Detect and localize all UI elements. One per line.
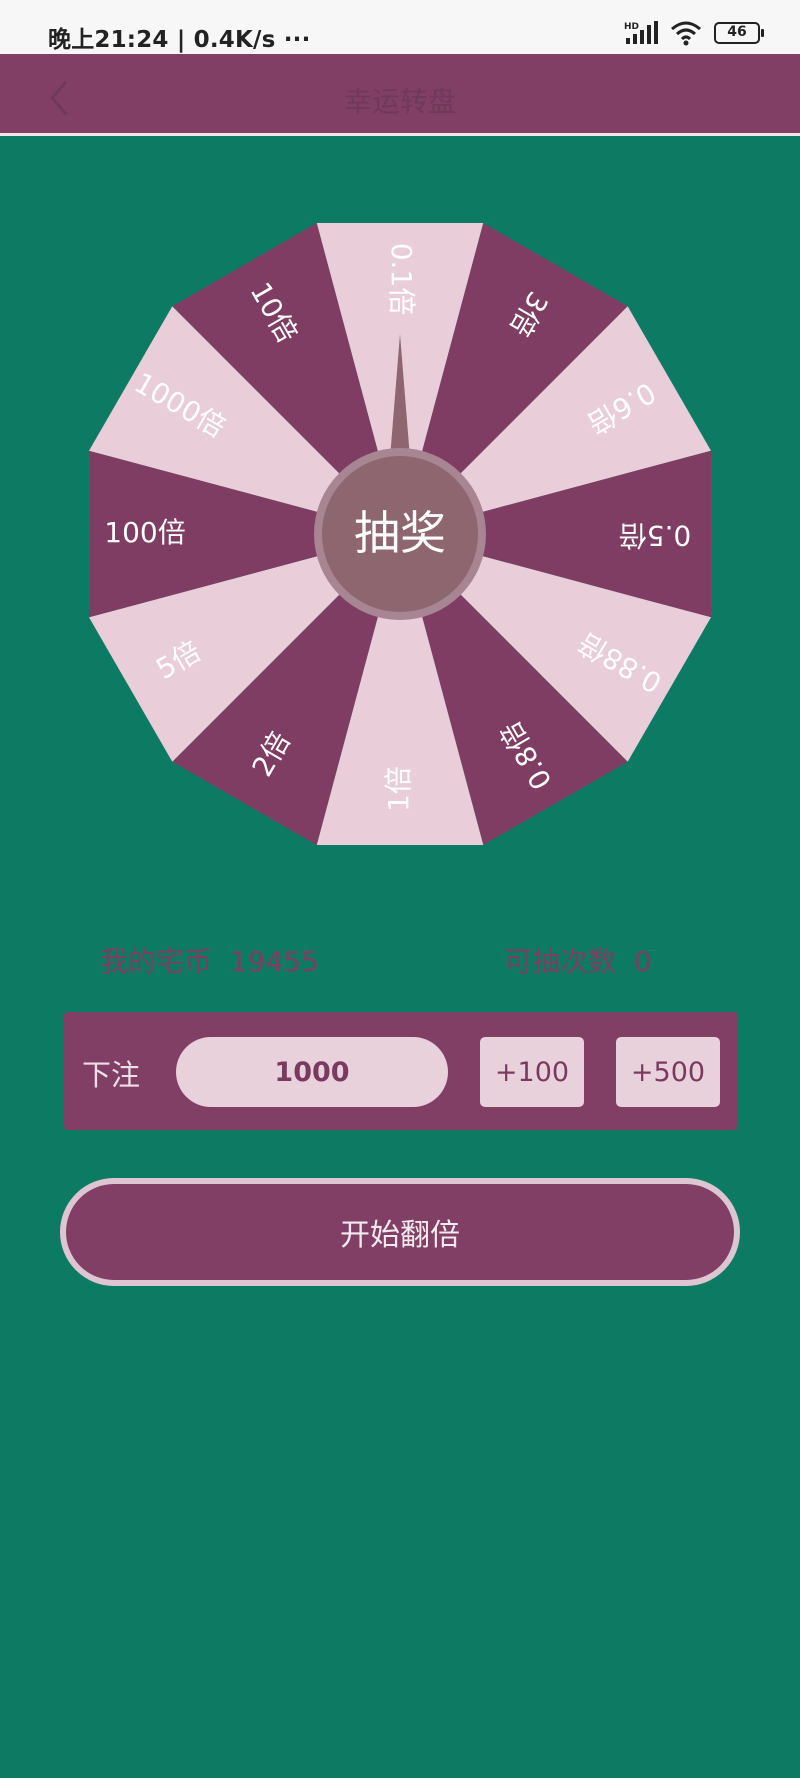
- wheel-segment-label: 100倍: [104, 516, 185, 549]
- status-time-speed: 晚上21:24 | 0.4K/s ···: [48, 27, 311, 53]
- bet-label: 下注: [82, 1058, 141, 1092]
- wheel-segment-label: 0.1倍: [385, 243, 418, 316]
- draws-value: 0: [633, 945, 652, 978]
- add-100-button[interactable]: +100: [480, 1037, 584, 1107]
- draws-label: 可抽次数: [504, 945, 617, 978]
- app-bar: 幸运转盘: [0, 54, 800, 136]
- add-500-button[interactable]: +500: [616, 1037, 720, 1107]
- battery-icon: 46: [714, 22, 764, 44]
- hd-label: HD: [624, 22, 639, 32]
- wheel-segment-label: 1倍: [382, 766, 415, 812]
- signal-icon: HD: [624, 21, 658, 44]
- coins-label: 我的宅币: [100, 945, 213, 978]
- draws-info: 可抽次数 0: [504, 940, 652, 980]
- start-double-button[interactable]: 开始翻倍: [60, 1178, 740, 1286]
- status-icons: HD 46: [624, 18, 764, 48]
- bet-amount-input[interactable]: [176, 1037, 448, 1107]
- wifi-icon: [671, 21, 701, 46]
- bet-panel: 下注 +100 +500: [64, 1012, 738, 1130]
- wheel-segment-label: 0.5倍: [619, 519, 692, 552]
- draw-button-label[interactable]: 抽奖: [354, 506, 446, 560]
- status-bar: 晚上21:24 | 0.4K/s ··· HD 46: [0, 0, 800, 54]
- page-title: 幸运转盘: [343, 85, 456, 118]
- coins-info: 我的宅币 19455: [100, 940, 319, 980]
- coins-value: 19455: [229, 945, 319, 978]
- prize-wheel: 0.1倍 3倍0.6倍0.5倍0.88倍0.8倍1倍2倍5倍100倍1000倍10…: [89, 223, 711, 845]
